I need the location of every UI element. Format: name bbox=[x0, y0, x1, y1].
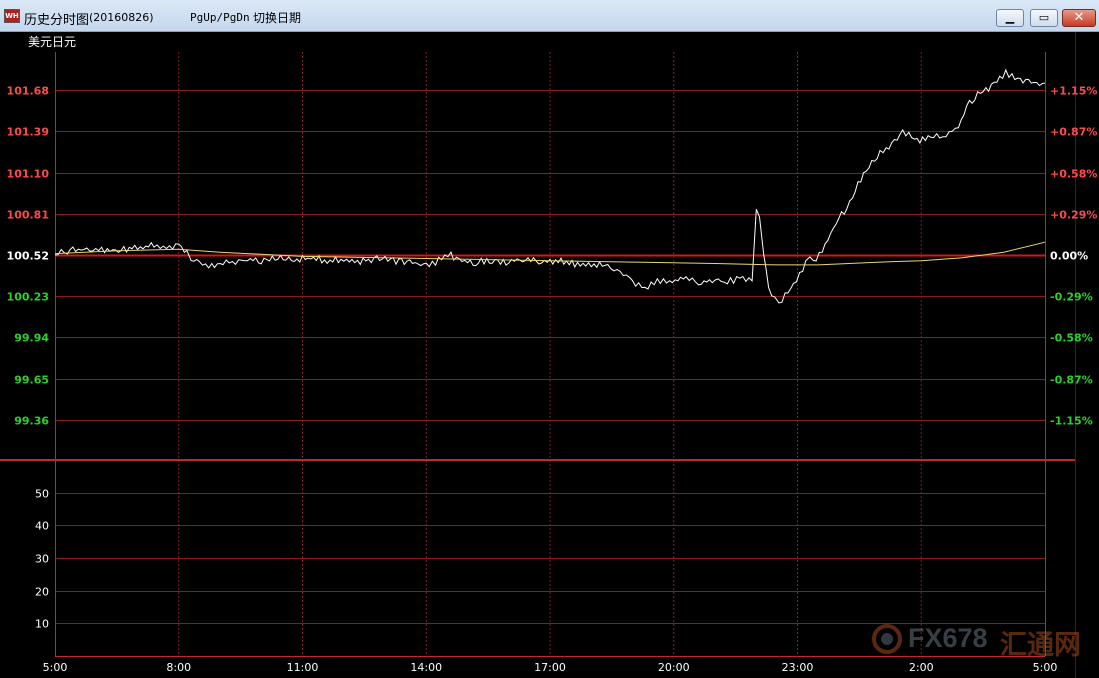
chart-area[interactable]: 101.68 +1.15%101.39 +0.87%101.10 +0.58%100.… bbox=[0, 32, 1099, 678]
window-date: (20160826) bbox=[89, 11, 154, 24]
x-tick-label: 8:00 bbox=[166, 661, 191, 674]
close-icon: ✕ bbox=[1073, 10, 1085, 25]
x-tick-label: 23:00 bbox=[782, 661, 814, 674]
minimize-icon: ▁ bbox=[1005, 11, 1015, 24]
price-grid bbox=[55, 52, 1045, 656]
title-bar[interactable]: WH 历史分时图 (20160826) PgUp/PgDn 切换日期 ▁ ▭ ✕ bbox=[0, 0, 1099, 32]
app-logo-icon: WH bbox=[4, 9, 20, 23]
watermark: FX678 汇通网 bbox=[872, 622, 1084, 661]
fx678-logo-icon bbox=[872, 624, 902, 654]
x-tick-label: 17:00 bbox=[534, 661, 566, 674]
volume-tick-label: 40 bbox=[35, 520, 49, 533]
right-tick-label: +1.15% bbox=[1050, 85, 1097, 98]
page-keys-hint: PgUp/PgDn bbox=[190, 11, 250, 24]
left-tick-label: 101.10 bbox=[7, 168, 50, 181]
left-tick-label: 101.68 bbox=[7, 85, 49, 98]
right-tick-label: +0.58% bbox=[1050, 168, 1097, 181]
left-tick-label: 99.36 bbox=[14, 415, 49, 428]
left-tick-label: 100.52 bbox=[7, 250, 49, 263]
right-tick-label: -1.15% bbox=[1050, 415, 1093, 428]
right-tick-label: +0.29% bbox=[1050, 209, 1097, 222]
left-tick-label: 101.39 bbox=[7, 126, 49, 139]
right-tick-label: -0.87% bbox=[1050, 374, 1093, 387]
volume-tick-label: 10 bbox=[35, 618, 49, 631]
x-tick-label: 5:00 bbox=[43, 661, 68, 674]
x-tick-label: 14:00 bbox=[410, 661, 442, 674]
x-tick-label: 5:00 bbox=[1033, 661, 1058, 674]
panel-frames bbox=[0, 32, 1076, 678]
volume-tick-label: 30 bbox=[35, 553, 49, 566]
left-tick-label: 99.94 bbox=[14, 332, 49, 345]
switch-date-hint: 切换日期 bbox=[253, 11, 302, 25]
minimize-button[interactable]: ▁ bbox=[996, 9, 1024, 27]
history-intraday-window: WH 历史分时图 (20160826) PgUp/PgDn 切换日期 ▁ ▭ ✕… bbox=[0, 0, 1099, 678]
maximize-button[interactable]: ▭ bbox=[1030, 9, 1058, 27]
watermark-brand: FX678 bbox=[908, 623, 988, 653]
right-tick-label: -0.58% bbox=[1050, 332, 1093, 345]
left-tick-label: 100.23 bbox=[7, 291, 49, 304]
left-tick-label: 100.81 bbox=[7, 209, 49, 222]
x-tick-label: 20:00 bbox=[658, 661, 690, 674]
x-tick-label: 2:00 bbox=[909, 661, 934, 674]
right-tick-label: 0.00% bbox=[1050, 250, 1088, 263]
watermark-brand-cn: 汇通网 bbox=[1000, 630, 1081, 661]
right-tick-label: -0.29% bbox=[1050, 291, 1093, 304]
x-tick-label: 11:00 bbox=[287, 661, 319, 674]
chart-title: 美元日元 bbox=[28, 35, 76, 49]
right-tick-label: +0.87% bbox=[1050, 126, 1097, 139]
close-button[interactable]: ✕ bbox=[1062, 9, 1096, 27]
left-tick-label: 99.65 bbox=[14, 374, 49, 387]
window-title: 历史分时图 bbox=[24, 13, 90, 28]
volume-tick-label: 20 bbox=[35, 586, 49, 599]
maximize-icon: ▭ bbox=[1038, 11, 1050, 24]
volume-tick-label: 50 bbox=[35, 488, 49, 501]
